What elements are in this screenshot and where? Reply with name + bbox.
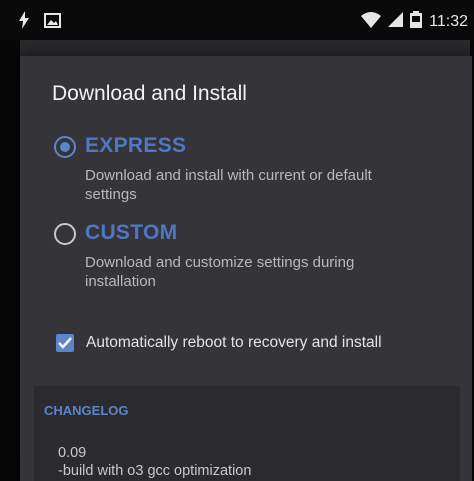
gallery-icon	[44, 12, 61, 33]
express-label: EXPRESS	[85, 134, 187, 157]
changelog-header: CHANGELOG	[44, 403, 129, 418]
cell-signal-icon	[388, 12, 404, 32]
changelog-panel: CHANGELOG 0.09 -build with o3 gcc optimi…	[34, 386, 460, 481]
status-bar-left	[18, 11, 61, 34]
express-description: Download and install with current or def…	[85, 167, 372, 203]
checkmark-icon	[58, 337, 72, 349]
auto-reboot-checkbox[interactable]	[56, 334, 74, 352]
wifi-icon	[361, 11, 382, 33]
auto-reboot-row[interactable]: Automatically reboot to recovery and ins…	[56, 334, 382, 352]
charging-bolt-icon	[18, 11, 30, 34]
status-bar-time: 11:32	[429, 13, 468, 30]
status-bar-right: 11:32	[361, 11, 468, 33]
custom-radio-button[interactable]	[54, 223, 76, 245]
battery-icon	[410, 11, 423, 33]
dialog-title: Download and Install	[52, 82, 247, 105]
auto-reboot-label: Automatically reboot to recovery and ins…	[86, 334, 382, 351]
download-install-dialog: Download and Install EXPRESS Download an…	[20, 56, 472, 481]
custom-label: CUSTOM	[85, 221, 178, 244]
changelog-version: 0.09	[58, 445, 87, 461]
status-bar: 11:32	[0, 0, 474, 40]
custom-description: Download and customize settings during i…	[85, 254, 355, 290]
express-radio-button[interactable]	[54, 136, 76, 158]
changelog-entry: -build with o3 gcc optimization	[58, 463, 252, 479]
changelog-body: 0.09 -build with o3 gcc optimization	[58, 444, 251, 480]
